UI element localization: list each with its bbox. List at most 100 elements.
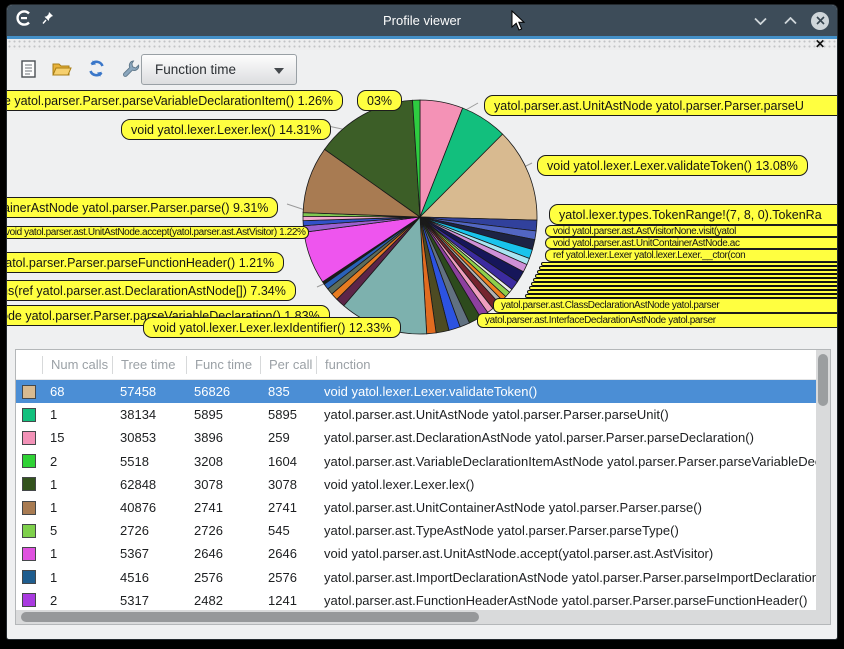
- cell-num_calls: 15: [42, 430, 112, 445]
- table-row[interactable]: 1451625762576yatol.parser.ast.ImportDecl…: [16, 566, 816, 589]
- cell-tree_time: 38134: [112, 407, 186, 422]
- function-color-swatch: [22, 501, 36, 515]
- refresh-icon[interactable]: [83, 56, 109, 82]
- function-color-swatch: [22, 593, 36, 607]
- cell-func_time: 5895: [186, 407, 260, 422]
- cell-num_calls: 5: [42, 523, 112, 538]
- pie-label: ainerAstNode yatol.parser.Parser.parse()…: [6, 197, 278, 218]
- horizontal-scrollbar-thumb[interactable]: [21, 612, 479, 622]
- maximize-button[interactable]: [781, 12, 799, 30]
- function-color-swatch: [22, 477, 36, 491]
- cell-per_call: 835: [260, 384, 316, 399]
- function-color-swatch: [22, 524, 36, 538]
- cell-function: yatol.parser.ast.VariableDeclarationItem…: [316, 454, 816, 469]
- table-row[interactable]: 2531724821241yatol.parser.ast.FunctionHe…: [16, 589, 816, 612]
- cell-function: yatol.parser.ast.ImportDeclarationAstNod…: [316, 570, 816, 585]
- cell-num_calls: 1: [42, 407, 112, 422]
- function-color-swatch: [22, 454, 36, 468]
- close-button[interactable]: [811, 12, 829, 30]
- table-row[interactable]: 13813458955895yatol.parser.ast.UnitAstNo…: [16, 403, 816, 426]
- cell-func_time: 2646: [186, 546, 260, 561]
- table-row[interactable]: 527262726545yatol.parser.ast.TypeAstNode…: [16, 519, 816, 542]
- chevron-down-icon: [274, 68, 284, 74]
- combobox-value: Function time: [155, 62, 236, 77]
- function-table: Num callsTree timeFunc timePer callfunct…: [15, 349, 831, 625]
- pie-label: void yatol.parser.ast.AstVisitorNone.vis…: [545, 225, 838, 237]
- pie-label: ref yatol.lexer.Lexer yatol.lexer.Lexer.…: [545, 249, 838, 262]
- profile-viewer-window: Profile viewer ✕: [6, 4, 838, 640]
- cell-func_time: 2576: [186, 570, 260, 585]
- table-row[interactable]: 2551832081604yatol.parser.ast.VariableDe…: [16, 450, 816, 473]
- view-mode-combobox[interactable]: Function time: [141, 54, 297, 85]
- pin-icon[interactable]: [42, 11, 55, 30]
- window-title: Profile viewer: [7, 13, 837, 28]
- pie-label: void yatol.lexer.Lexer.validateToken() 1…: [537, 155, 808, 176]
- cell-num_calls: 2: [42, 593, 112, 608]
- open-folder-icon[interactable]: [49, 56, 75, 82]
- function-color-swatch: [22, 570, 36, 584]
- cell-per_call: 5895: [260, 407, 316, 422]
- cell-per_call: 2646: [260, 546, 316, 561]
- cell-num_calls: 1: [42, 570, 112, 585]
- cell-per_call: 2576: [260, 570, 316, 585]
- cell-tree_time: 5367: [112, 546, 186, 561]
- cell-func_time: 3078: [186, 477, 260, 492]
- cell-tree_time: 30853: [112, 430, 186, 445]
- report-icon[interactable]: [15, 56, 41, 82]
- table-row[interactable]: 685745856826835void yatol.lexer.Lexer.va…: [16, 380, 816, 403]
- cell-num_calls: 68: [42, 384, 112, 399]
- app-icon: [16, 10, 32, 31]
- cell-func_time: 2726: [186, 523, 260, 538]
- cell-func_time: 3208: [186, 454, 260, 469]
- column-header-function[interactable]: function: [316, 356, 816, 374]
- cell-func_time: 3896: [186, 430, 260, 445]
- column-header-func-time[interactable]: Func time: [186, 356, 260, 374]
- cell-function: yatol.parser.ast.UnitContainerAstNode ya…: [316, 500, 816, 515]
- cell-per_call: 3078: [260, 477, 316, 492]
- cell-func_time: 2482: [186, 593, 260, 608]
- pie-label: yatol.parser.ast.UnitAstNode yatol.parse…: [484, 95, 838, 116]
- vertical-scrollbar[interactable]: [816, 350, 830, 612]
- pie-label: yatol.parser.ast.ClassDeclarationAstNode…: [493, 298, 838, 313]
- vertical-scrollbar-thumb[interactable]: [818, 354, 828, 406]
- cell-function: yatol.parser.ast.TypeAstNode yatol.parse…: [316, 523, 816, 538]
- horizontal-scrollbar[interactable]: [16, 610, 830, 624]
- column-header-tree-time[interactable]: Tree time: [112, 356, 186, 374]
- cell-per_call: 259: [260, 430, 316, 445]
- cell-per_call: 545: [260, 523, 316, 538]
- cell-per_call: 1604: [260, 454, 316, 469]
- pie-label: void yatol.parser.ast.UnitContainerAstNo…: [545, 237, 838, 249]
- table-row[interactable]: 14087627412741yatol.parser.ast.UnitConta…: [16, 496, 816, 519]
- titlebar[interactable]: Profile viewer: [7, 5, 837, 36]
- column-header-color[interactable]: [16, 356, 42, 374]
- toolbar: Function time: [7, 50, 837, 87]
- wrench-icon[interactable]: [117, 56, 143, 82]
- cell-per_call: 1241: [260, 593, 316, 608]
- cell-func_time: 56826: [186, 384, 260, 399]
- pie-label: Node yatol.parser.Parser.parseVariableDe…: [6, 90, 343, 111]
- table-body: 685745856826835void yatol.lexer.Lexer.va…: [16, 380, 816, 612]
- table-row[interactable]: 1536726462646void yatol.parser.ast.UnitA…: [16, 542, 816, 565]
- pie-label: void yatol.parser.ast.UnitAstNode.accept…: [6, 226, 309, 239]
- cell-function: void yatol.parser.ast.UnitAstNode.accept…: [316, 546, 816, 561]
- cell-num_calls: 2: [42, 454, 112, 469]
- minimize-button[interactable]: [751, 12, 769, 30]
- table-row[interactable]: 16284830783078void yatol.lexer.Lexer.lex…: [16, 473, 816, 496]
- cell-tree_time: 4516: [112, 570, 186, 585]
- pie-label: yatol.parser.ast.InterfaceDeclarationAst…: [477, 313, 838, 328]
- cell-num_calls: 1: [42, 477, 112, 492]
- cell-tree_time: 57458: [112, 384, 186, 399]
- cell-per_call: 2741: [260, 500, 316, 515]
- column-header-num-calls[interactable]: Num calls: [42, 356, 112, 374]
- column-header-per-call[interactable]: Per call: [260, 356, 316, 374]
- function-color-swatch: [22, 385, 36, 399]
- table-row[interactable]: 15308533896259yatol.parser.ast.Declarati…: [16, 426, 816, 449]
- cell-function: yatol.parser.ast.UnitAstNode yatol.parse…: [316, 407, 816, 422]
- cell-function: void yatol.lexer.Lexer.lex(): [316, 477, 816, 492]
- cell-function: void yatol.lexer.Lexer.validateToken(): [316, 384, 816, 399]
- cell-tree_time: 5518: [112, 454, 186, 469]
- cell-tree_time: 2726: [112, 523, 186, 538]
- pie-label: void yatol.lexer.Lexer.lex() 14.31%: [121, 119, 331, 140]
- dock-title-strip[interactable]: [7, 39, 837, 50]
- cell-tree_time: 62848: [112, 477, 186, 492]
